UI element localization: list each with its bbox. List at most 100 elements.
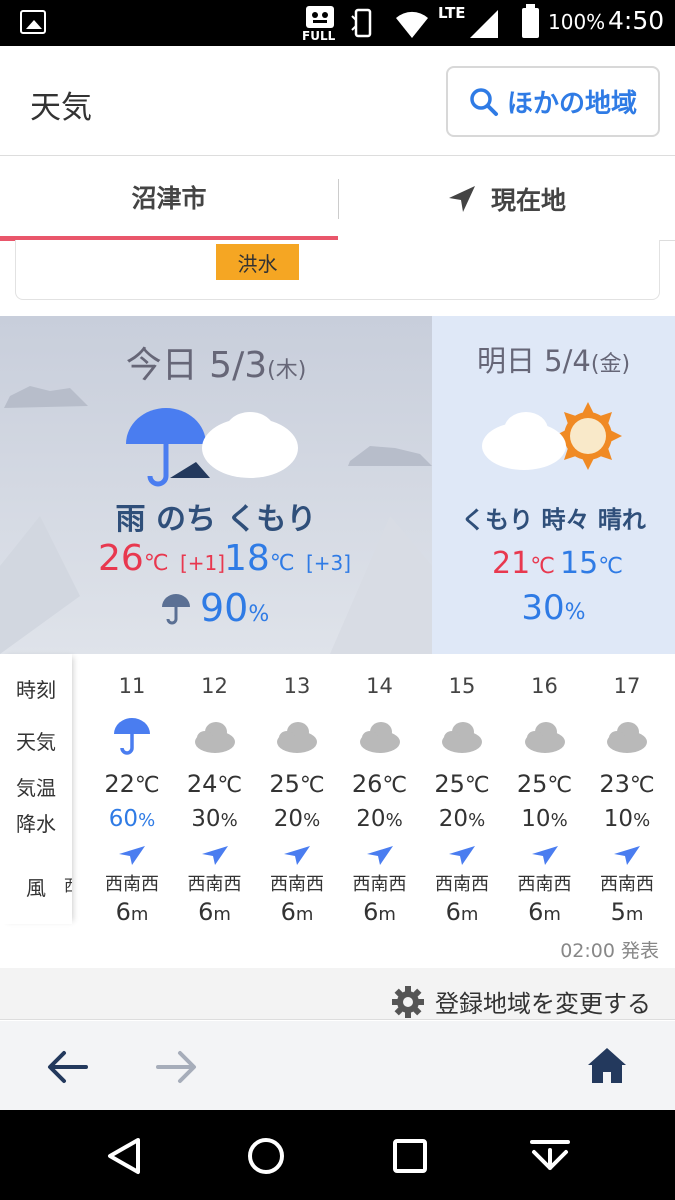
tomorrow-forecast[interactable]: 明日 5/4(金) くもり 時々 晴れ 21℃ 15℃ 30% — [432, 316, 675, 654]
hour-temp-value: 26 — [351, 770, 383, 798]
hour-temp-unit: ℃ — [382, 773, 408, 798]
tab-label: 現在地 — [490, 186, 566, 215]
lte-label: LTE — [438, 4, 466, 22]
tomorrow-precip: 30% — [432, 588, 675, 628]
hour-wind-unit: m — [378, 904, 396, 925]
nav-recents-icon[interactable] — [390, 1136, 430, 1176]
other-region-label: ほかの地域 — [506, 89, 637, 119]
hour-wind-speed-value: 6 — [528, 898, 544, 926]
tomorrow-low: 15℃ — [560, 546, 623, 581]
hour-rain-unit: % — [385, 810, 403, 831]
hour-wind-direction: 西南西 — [187, 874, 242, 895]
wind-direction-icon — [366, 846, 393, 865]
hourly-forecast[interactable]: 時刻 天気 気温 降水 風 西 1122℃60%西南西6m1224℃30%西南西… — [0, 654, 675, 968]
wind-direction-icon — [119, 846, 145, 865]
other-region-button[interactable]: ほかの地域 — [446, 66, 660, 137]
today-high-value: 26 — [98, 538, 144, 579]
hour-wind-speed-value: 6 — [363, 898, 379, 926]
warning-card[interactable]: 洪水 — [15, 240, 660, 300]
hour-temp: 25℃ — [504, 770, 586, 798]
hour-label: 11 — [118, 674, 146, 698]
hour-rain: 10% — [504, 806, 586, 832]
hour-wind-speed: 6m — [421, 898, 503, 926]
nav-notification-pull-icon[interactable] — [528, 1136, 572, 1176]
today-low-value: 18 — [224, 538, 270, 579]
hour-wind-unit: m — [543, 904, 561, 925]
cloud-icon — [442, 722, 482, 753]
hour-temp-unit: ℃ — [134, 773, 160, 798]
tomorrow-high-unit: ℃ — [530, 554, 555, 579]
cloudy-sometimes-sunny-icon — [482, 402, 622, 470]
hour-label: 13 — [283, 674, 311, 698]
tomorrow-low-value: 15 — [560, 546, 599, 581]
today-forecast[interactable]: 今日 5/3(木) 雨 のち くもり 26℃ [+1] 18℃ [+3] 90% — [0, 316, 432, 654]
hour-wind-unit: m — [130, 904, 149, 925]
today-low-unit: ℃ — [269, 551, 295, 576]
wind-direction-icon — [284, 846, 310, 865]
hour-temp: 25℃ — [421, 770, 503, 798]
hour-temp: 25℃ — [256, 770, 338, 798]
hour-temp-value: 25 — [434, 770, 465, 798]
issued-time: 02:00 発表 — [560, 940, 659, 962]
today-date: 今日 5/3(木) — [0, 336, 432, 388]
forward-arrow-icon[interactable] — [154, 1049, 198, 1085]
wifi-icon — [396, 11, 428, 38]
full-label: FULL — [302, 29, 336, 43]
umbrella-icon — [114, 718, 150, 755]
hour-temp-unit: ℃ — [464, 773, 490, 798]
hour-wind-direction: 西南西 — [600, 874, 654, 895]
hour-rain-value: 20 — [438, 806, 469, 832]
home-icon[interactable] — [586, 1045, 628, 1085]
hour-wind-speed-value: 6 — [280, 898, 296, 926]
nav-back-icon[interactable] — [104, 1136, 144, 1176]
hour-rain: 20% — [256, 806, 338, 832]
row-label-temp: 気温 — [16, 776, 56, 800]
hour-rain: 60% — [91, 806, 173, 832]
change-region-link[interactable]: 登録地域を変更する — [391, 984, 651, 1019]
hour-temp: 23℃ — [586, 770, 668, 798]
row-label-wind: 風 — [26, 876, 46, 900]
cloud-icon — [524, 722, 565, 753]
hour-wind-speed: 6m — [174, 898, 256, 926]
hour-temp-value: 25 — [516, 770, 548, 798]
tomorrow-precip-value: 30 — [521, 588, 565, 628]
hour-rain-value: 10 — [603, 806, 634, 832]
hour-wind-speed-value: 6 — [115, 898, 131, 926]
status-bar: FULL LTE 100% 4:50 — [0, 0, 675, 46]
today-low-diff: [+3] — [305, 551, 352, 575]
wind-direction-icon — [449, 846, 475, 865]
battery-icon — [522, 4, 539, 38]
settings-row: 登録地域を変更する — [0, 968, 675, 1020]
hour-wind-speed: 5m — [586, 898, 668, 926]
cut-off-wind-dir: 西 — [64, 872, 72, 896]
gallery-icon — [20, 10, 46, 34]
tab-numazu[interactable]: 沼津市 — [0, 157, 338, 241]
hour-wind-unit: m — [213, 904, 231, 925]
back-arrow-icon[interactable] — [46, 1049, 90, 1085]
hour-wind-speed: 6m — [339, 898, 421, 926]
tab-current-location[interactable]: 現在地 — [338, 157, 675, 241]
hour-label: 15 — [448, 674, 476, 698]
hour-wind-speed-value: 6 — [198, 898, 214, 926]
tomorrow-date-label: 明日 5/4 — [476, 344, 591, 378]
hour-label: 14 — [366, 674, 393, 698]
today-high: 26℃ [+1] — [98, 538, 225, 579]
row-label-rain: 降水 — [16, 812, 56, 836]
hour-rain: 20% — [421, 806, 503, 832]
tomorrow-high-value: 21 — [492, 546, 531, 581]
tomorrow-weekday: (金) — [590, 352, 631, 377]
hour-wind-unit: m — [295, 904, 314, 925]
today-low: 18℃ [+3] — [224, 538, 351, 579]
battery-percent: 100% — [548, 10, 606, 34]
change-region-label: 登録地域を変更する — [435, 990, 651, 1018]
cloud-icon — [194, 722, 235, 753]
nav-home-icon[interactable] — [246, 1136, 286, 1176]
hour-wind-unit: m — [460, 904, 479, 925]
hour-temp-unit: ℃ — [299, 773, 325, 798]
hour-rain-unit: % — [468, 810, 486, 831]
umbrella-icon — [162, 594, 190, 625]
row-label-time: 時刻 — [16, 678, 56, 702]
hour-temp-unit: ℃ — [217, 773, 243, 798]
hour-rain-value: 20 — [273, 806, 304, 832]
tomorrow-high: 21℃ — [492, 546, 555, 581]
